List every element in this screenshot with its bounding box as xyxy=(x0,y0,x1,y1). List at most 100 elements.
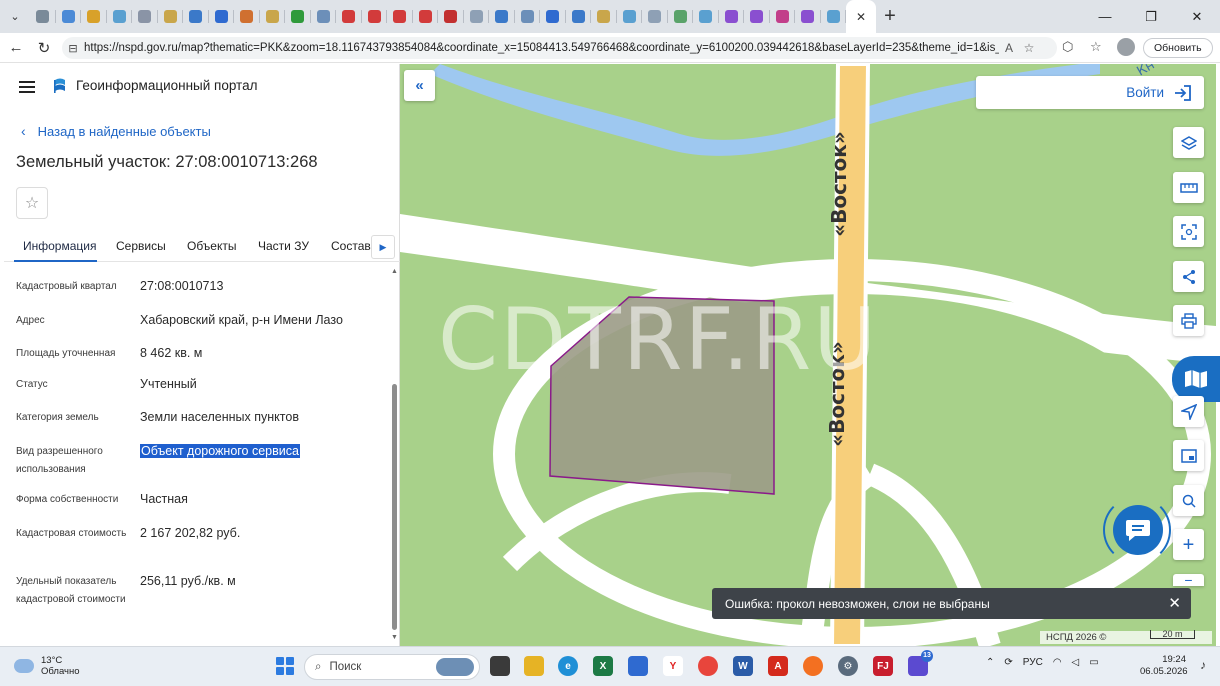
browser-tab[interactable] xyxy=(744,0,770,33)
maximize-icon[interactable]: ❐ xyxy=(1128,0,1174,33)
browser-tab[interactable] xyxy=(795,0,821,33)
browser-tab[interactable] xyxy=(132,0,158,33)
browser-tab[interactable] xyxy=(642,0,668,33)
favorites-icon[interactable]: ☆ xyxy=(1090,39,1102,55)
browser-tab[interactable] xyxy=(234,0,260,33)
address-bar[interactable]: ⊟ https://nspd.gov.ru/map?thematic=PKK&z… xyxy=(62,37,1057,59)
minimap-button[interactable] xyxy=(1173,440,1204,471)
browser-tab-active[interactable]: ✕ xyxy=(846,0,876,33)
app-fj-icon[interactable]: FJ xyxy=(873,656,893,676)
browser-tab[interactable] xyxy=(566,0,592,33)
tab-composition[interactable]: Состав xyxy=(331,239,371,253)
browser-tab[interactable] xyxy=(260,0,286,33)
tabs-scroll-right-icon[interactable]: ▶ xyxy=(371,235,395,259)
tab-search-chevron-icon[interactable]: ⌄ xyxy=(0,0,30,33)
battery-icon[interactable]: ▭ xyxy=(1089,657,1098,668)
extensions-icon[interactable]: ⬡ xyxy=(1062,39,1073,55)
browser-tab[interactable] xyxy=(821,0,847,33)
weather-widget[interactable]: 13°C Облачно xyxy=(14,655,80,677)
update-button[interactable]: Обновить xyxy=(1143,38,1213,58)
close-icon[interactable]: ✕ xyxy=(1168,594,1181,612)
browser-tab[interactable] xyxy=(362,0,388,33)
browser-tab[interactable] xyxy=(285,0,311,33)
browser-tab[interactable] xyxy=(107,0,133,33)
yandex-icon[interactable]: Y xyxy=(663,656,683,676)
chat-button[interactable] xyxy=(1113,505,1163,555)
reload-icon[interactable]: ↻ xyxy=(30,39,58,57)
task-view-icon[interactable] xyxy=(490,656,510,676)
collapse-panel-button[interactable]: « xyxy=(404,70,435,101)
browser-tab[interactable] xyxy=(30,0,56,33)
select-area-button[interactable] xyxy=(1173,216,1204,247)
tab-services[interactable]: Сервисы xyxy=(116,239,166,253)
bell-icon[interactable]: ♪ xyxy=(1200,658,1206,672)
url-text[interactable]: https://nspd.gov.ru/map?thematic=PKK&zoo… xyxy=(84,42,999,54)
favorite-button[interactable]: ☆ xyxy=(16,187,48,219)
browser-tab[interactable] xyxy=(591,0,617,33)
browser-tab[interactable] xyxy=(56,0,82,33)
browser-tab[interactable] xyxy=(668,0,694,33)
browser-tab[interactable] xyxy=(413,0,439,33)
browser-tab[interactable] xyxy=(770,0,796,33)
browser-tab[interactable] xyxy=(515,0,541,33)
read-aloud-icon[interactable]: A xyxy=(999,41,1019,55)
field-value-selected[interactable]: Объект дорожного сервиса xyxy=(140,444,300,458)
close-tab-icon[interactable]: ✕ xyxy=(856,10,866,24)
start-button[interactable] xyxy=(276,657,294,675)
browser-tab[interactable] xyxy=(311,0,337,33)
scroll-up-icon[interactable]: ▲ xyxy=(391,268,398,275)
browser-tab[interactable] xyxy=(489,0,515,33)
taskbar-search[interactable]: ⌕ Поиск xyxy=(304,654,480,680)
browser-tab[interactable] xyxy=(719,0,745,33)
store-icon[interactable] xyxy=(628,656,648,676)
browser-tab[interactable] xyxy=(464,0,490,33)
geolocation-button[interactable] xyxy=(1173,396,1204,427)
back-arrow-icon[interactable]: ← xyxy=(2,39,30,56)
browser-tab[interactable] xyxy=(693,0,719,33)
firefox-icon[interactable] xyxy=(803,656,823,676)
browser-tab[interactable] xyxy=(617,0,643,33)
zoom-out-button[interactable]: − xyxy=(1173,573,1204,587)
browser-tab[interactable] xyxy=(438,0,464,33)
excel-icon[interactable]: X xyxy=(593,656,613,676)
wifi-icon[interactable]: ◠ xyxy=(1053,657,1062,668)
scroll-down-icon[interactable]: ▼ xyxy=(391,634,398,641)
layers-button[interactable] xyxy=(1173,127,1204,158)
browser-tab[interactable] xyxy=(336,0,362,33)
input-language[interactable]: РУС xyxy=(1023,657,1043,668)
zoom-in-button[interactable]: + xyxy=(1173,529,1204,560)
minimize-icon[interactable]: — xyxy=(1082,0,1128,33)
profile-avatar[interactable] xyxy=(1117,38,1135,56)
edge-browser-icon[interactable]: e xyxy=(558,656,578,676)
panel-scrollbar[interactable]: ▲ ▼ xyxy=(391,268,398,644)
word-icon[interactable]: W xyxy=(733,656,753,676)
browser-tab[interactable] xyxy=(209,0,235,33)
browser-tab[interactable] xyxy=(158,0,184,33)
tab-parts[interactable]: Части ЗУ xyxy=(258,239,309,253)
file-explorer-icon[interactable] xyxy=(524,656,544,676)
new-tab-button[interactable]: + xyxy=(876,0,904,33)
chrome-icon[interactable] xyxy=(698,656,718,676)
settings-gear-icon[interactable]: ⚙ xyxy=(838,656,858,676)
browser-tab[interactable] xyxy=(81,0,107,33)
chevron-up-icon[interactable]: ⌃ xyxy=(986,657,994,668)
close-window-icon[interactable]: ✕ xyxy=(1174,0,1220,33)
site-info-icon[interactable]: ⊟ xyxy=(62,42,84,55)
login-button[interactable]: Войти xyxy=(976,76,1204,109)
print-button[interactable] xyxy=(1173,305,1204,336)
volume-icon[interactable]: ◁ xyxy=(1072,657,1080,668)
browser-tab[interactable] xyxy=(387,0,413,33)
scrollbar-thumb[interactable] xyxy=(392,384,397,630)
browser-tab[interactable] xyxy=(540,0,566,33)
sync-icon[interactable]: ⟳ xyxy=(1004,657,1012,668)
clock[interactable]: 19:24 06.05.2026 xyxy=(1140,654,1188,678)
tab-info[interactable]: Информация xyxy=(23,239,96,253)
acrobat-icon[interactable]: A xyxy=(768,656,788,676)
tab-objects[interactable]: Объекты xyxy=(187,239,237,253)
favorite-star-icon[interactable]: ☆ xyxy=(1019,41,1039,55)
menu-icon[interactable] xyxy=(19,81,35,93)
app-badge-icon[interactable]: 13 xyxy=(908,650,933,676)
search-location-button[interactable] xyxy=(1173,485,1204,516)
measure-button[interactable] xyxy=(1173,172,1204,203)
back-to-results-link[interactable]: ‹ Назад в найденные объекты xyxy=(21,123,211,139)
